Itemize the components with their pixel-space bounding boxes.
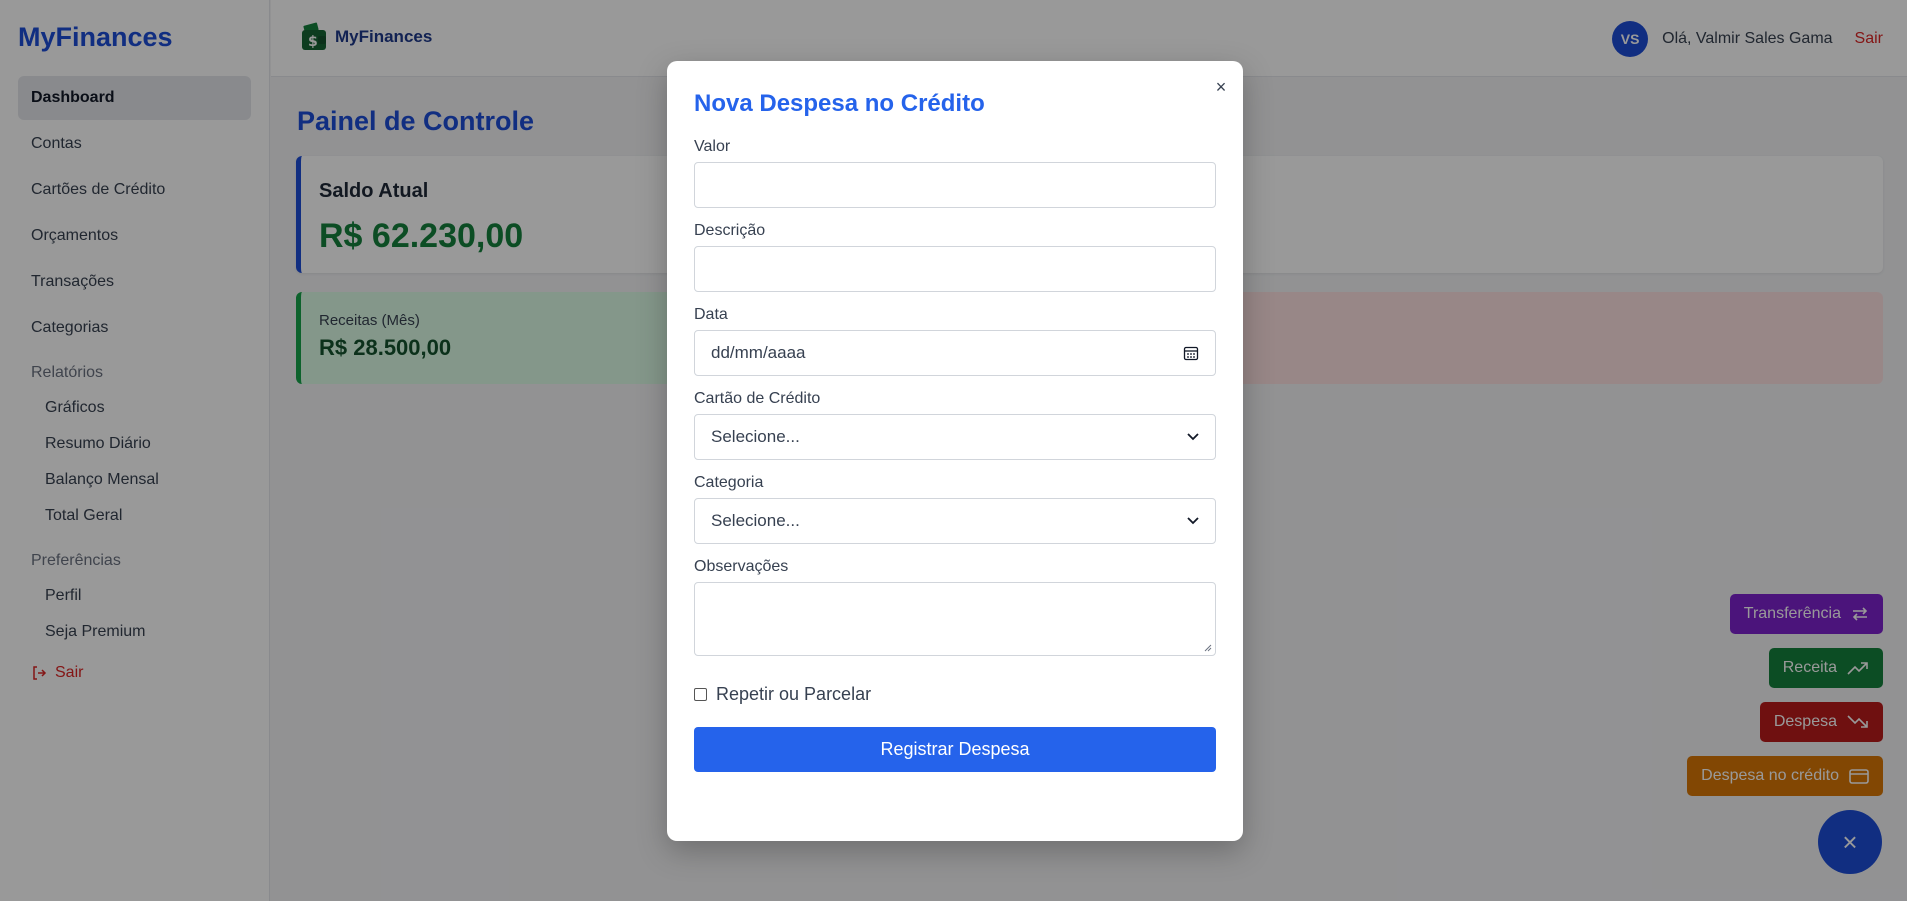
resize-grip-icon[interactable] (1204, 644, 1212, 652)
data-input[interactable]: dd/mm/aaaa (694, 330, 1216, 376)
cartao-label: Cartão de Crédito (694, 390, 821, 407)
registrar-despesa-button[interactable]: Registrar Despesa (694, 727, 1216, 772)
valor-input[interactable] (694, 162, 1216, 208)
categoria-selected: Selecione... (711, 511, 800, 530)
chevron-down-icon (1187, 433, 1199, 441)
calendar-icon[interactable] (1183, 345, 1199, 361)
repeat-row: Repetir ou Parcelar (694, 684, 1216, 705)
chevron-down-icon (1187, 517, 1199, 525)
categoria-label: Categoria (694, 474, 764, 491)
data-placeholder: dd/mm/aaaa (711, 343, 806, 362)
descricao-input[interactable] (694, 246, 1216, 292)
repeat-label[interactable]: Repetir ou Parcelar (716, 684, 871, 705)
valor-label: Valor (694, 138, 731, 155)
repeat-checkbox[interactable] (694, 688, 707, 701)
cartao-selected: Selecione... (711, 427, 800, 446)
modal-title: Nova Despesa no Crédito (694, 90, 985, 117)
descricao-label: Descrição (694, 222, 766, 239)
observacoes-label: Observações (694, 558, 789, 575)
categoria-select[interactable]: Selecione... (694, 498, 1216, 544)
observacoes-textarea[interactable] (694, 582, 1216, 656)
nova-despesa-credito-modal: × Nova Despesa no Crédito Valor Descriçã… (667, 61, 1243, 841)
cartao-select[interactable]: Selecione... (694, 414, 1216, 460)
modal-close-icon[interactable]: × (1209, 75, 1233, 99)
data-label: Data (694, 306, 728, 323)
